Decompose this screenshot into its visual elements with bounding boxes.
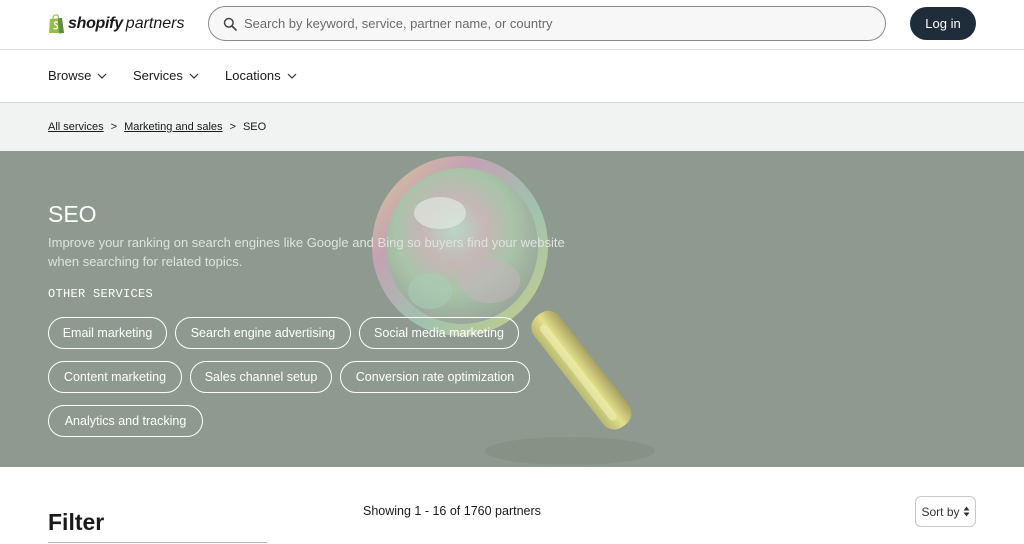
breadcrumb-separator: > <box>229 121 236 133</box>
sort-arrows-icon <box>963 506 969 517</box>
nav-locations-label: Locations <box>225 68 281 83</box>
logo-brand: shopify <box>68 15 123 32</box>
filter-divider <box>48 542 267 543</box>
chevron-down-icon <box>287 73 297 79</box>
service-chip-conversion-rate-optimization[interactable]: Conversion rate optimization <box>340 361 530 393</box>
breadcrumb-marketing-and-sales[interactable]: Marketing and sales <box>124 121 222 133</box>
sort-by-label: Sort by <box>921 504 960 519</box>
shopify-partners-logo[interactable]: shopify partners <box>48 12 185 36</box>
sort-by-select[interactable]: Sort by <box>915 496 976 527</box>
chevron-down-icon <box>189 73 199 79</box>
chevron-down-icon <box>97 73 107 79</box>
breadcrumb-separator: > <box>110 121 118 133</box>
site-header: shopify partners Log in <box>0 0 1024 50</box>
search-bar[interactable] <box>208 6 886 41</box>
search-input[interactable] <box>244 16 864 31</box>
breadcrumb-all-services[interactable]: All services <box>48 121 104 133</box>
nav-browse[interactable]: Browse <box>48 68 107 83</box>
service-chip-analytics-and-tracking[interactable]: Analytics and tracking <box>48 405 203 437</box>
logo-text: shopify partners <box>68 15 185 33</box>
service-chip-search-engine-advertising[interactable]: Search engine advertising <box>175 317 351 349</box>
service-chip-email-marketing[interactable]: Email marketing <box>48 317 167 349</box>
nav-services[interactable]: Services <box>133 68 199 83</box>
nav-browse-label: Browse <box>48 68 92 83</box>
page-description: Improve your ranking on search engines l… <box>48 235 565 269</box>
service-chip-social-media-marketing[interactable]: Social media marketing <box>359 317 519 349</box>
nav-locations[interactable]: Locations <box>225 68 297 83</box>
hero-banner: SEO Improve your ranking on search engin… <box>0 151 1024 467</box>
other-services-label: OTHER SERVICES <box>48 287 154 301</box>
page-title: SEO <box>48 201 97 227</box>
shopify-bag-icon <box>49 14 64 34</box>
logo-suffix: partners <box>125 15 185 32</box>
nav-services-label: Services <box>133 68 183 83</box>
magnifying-glass-icon <box>372 156 655 465</box>
results-count: Showing 1 - 16 of 1760 partners <box>363 504 541 518</box>
service-chip-content-marketing[interactable]: Content marketing <box>48 361 182 393</box>
service-chip-sales-channel-setup[interactable]: Sales channel setup <box>190 361 332 393</box>
main-nav: Browse Services Locations <box>0 51 1024 103</box>
breadcrumb-current: SEO <box>242 121 267 133</box>
breadcrumb: All services > Marketing and sales > SEO <box>0 103 1024 151</box>
login-button[interactable]: Log in <box>910 7 976 40</box>
search-icon <box>223 17 237 31</box>
filter-heading: Filter <box>48 509 105 535</box>
